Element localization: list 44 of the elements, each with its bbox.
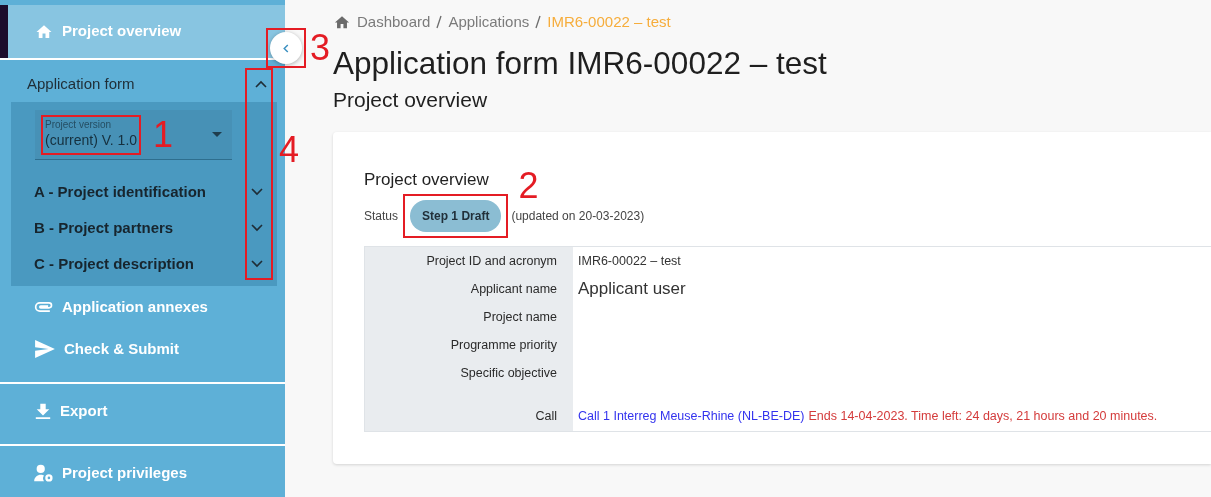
sidebar-subitem[interactable]: A - Project identification — [11, 174, 277, 210]
chevron-down-icon — [251, 260, 263, 268]
annotation-number: 3 — [310, 30, 331, 66]
page-title: Application form IMR6-00022 – test — [333, 45, 828, 83]
user-gear-icon — [34, 464, 54, 482]
section-header[interactable]: Application form — [0, 66, 285, 102]
page-subtitle: Project overview — [333, 86, 489, 112]
sidebar-subitem[interactable]: B - Project partners — [11, 210, 277, 246]
send-icon — [34, 340, 56, 358]
field-label: Project version — [45, 118, 113, 130]
select-value: (current) V. 1.0 — [45, 130, 138, 150]
annotation-number: 2 — [518, 168, 539, 204]
sidebar-subitem[interactable]: C - Project description — [11, 246, 277, 282]
status-badge: Step 1 Draft — [410, 200, 502, 232]
breadcrumb-link[interactable]: Applications — [448, 10, 530, 34]
card-title: Project overview — [364, 170, 489, 191]
status-note: (updated on 20-03-2023) — [511, 208, 645, 225]
field-label: Call — [365, 387, 573, 431]
field-label: Project ID and acronym — [365, 247, 573, 275]
sidebar-item[interactable]: Export — [0, 390, 285, 432]
field-value: Applicant user — [578, 278, 686, 301]
sidebar-item[interactable]: Check & Submit — [0, 328, 285, 370]
slash-icon — [535, 15, 542, 29]
chevron-left-icon — [283, 43, 289, 53]
slash-icon — [436, 15, 443, 29]
field-value: IMR6-00022 – test — [578, 252, 681, 270]
sidebar-item[interactable]: Application annexes — [0, 286, 285, 328]
field-label: Project name — [365, 303, 573, 331]
status-label: Status — [364, 208, 399, 225]
field-label: Applicant name — [365, 275, 573, 303]
deadline-text: Ends 14-04-2023. Time left: 24 days, 21 hours and 20 minutes. — [808, 407, 1158, 425]
chevron-up-icon — [255, 80, 267, 88]
field-label: Specific objective — [365, 359, 573, 387]
collapse-button[interactable] — [270, 32, 302, 64]
download-icon — [34, 402, 52, 420]
dropdown-caret-icon — [212, 132, 222, 137]
annotation-number: 1 — [153, 116, 174, 153]
chevron-down-icon — [251, 224, 263, 232]
breadcrumb-link[interactable]: Dashboard — [357, 10, 431, 34]
chevron-down-icon — [251, 188, 263, 196]
call-link[interactable]: Call 1 Interreg Meuse-Rhine (NL-BE-DE) — [578, 406, 805, 426]
sidebar-item[interactable]: Project privileges — [0, 452, 285, 494]
paperclip-icon — [34, 301, 54, 313]
field-label: Programme priority — [365, 331, 573, 359]
